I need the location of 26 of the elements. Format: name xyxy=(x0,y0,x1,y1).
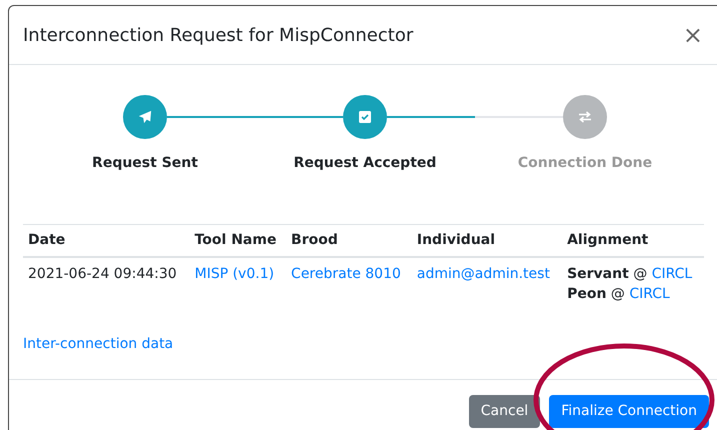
at-sign: @ xyxy=(610,286,625,302)
tool-link[interactable]: MISP (v0.1) xyxy=(194,266,274,282)
organisation-link[interactable]: CIRCL xyxy=(629,286,670,302)
checkbox-icon xyxy=(359,111,371,123)
individual-link[interactable]: admin@admin.test xyxy=(416,266,550,282)
column-header: Tool Name xyxy=(190,224,286,257)
swap-arrows-icon xyxy=(578,111,592,123)
date-cell: 2021-06-24 09:44:30 xyxy=(23,257,190,310)
inter-connection-data-link[interactable]: Inter-connection data xyxy=(23,334,174,355)
column-header: Brood xyxy=(286,224,412,257)
step-label: Request Accepted xyxy=(294,154,436,173)
column-header: Date xyxy=(23,224,190,257)
step-label: Request Sent xyxy=(92,154,198,173)
organisation-link[interactable]: CIRCL xyxy=(652,266,692,282)
cancel-button[interactable]: Cancel xyxy=(468,395,540,428)
column-header: Alignment xyxy=(562,224,704,257)
step-label: Connection Done xyxy=(518,154,652,173)
role-text: Peon xyxy=(567,286,606,302)
at-sign: @ xyxy=(633,266,648,282)
finalize-button[interactable]: Finalize Connection xyxy=(549,395,709,428)
dialog-title: Interconnection Request for MispConnector xyxy=(23,24,414,48)
close-button[interactable]: × xyxy=(682,23,703,47)
role-text: Servant xyxy=(567,266,629,282)
column-header: Individual xyxy=(412,224,562,257)
brood-link[interactable]: Cerebrate 8010 xyxy=(291,266,401,282)
paper-plane-icon xyxy=(138,110,152,124)
